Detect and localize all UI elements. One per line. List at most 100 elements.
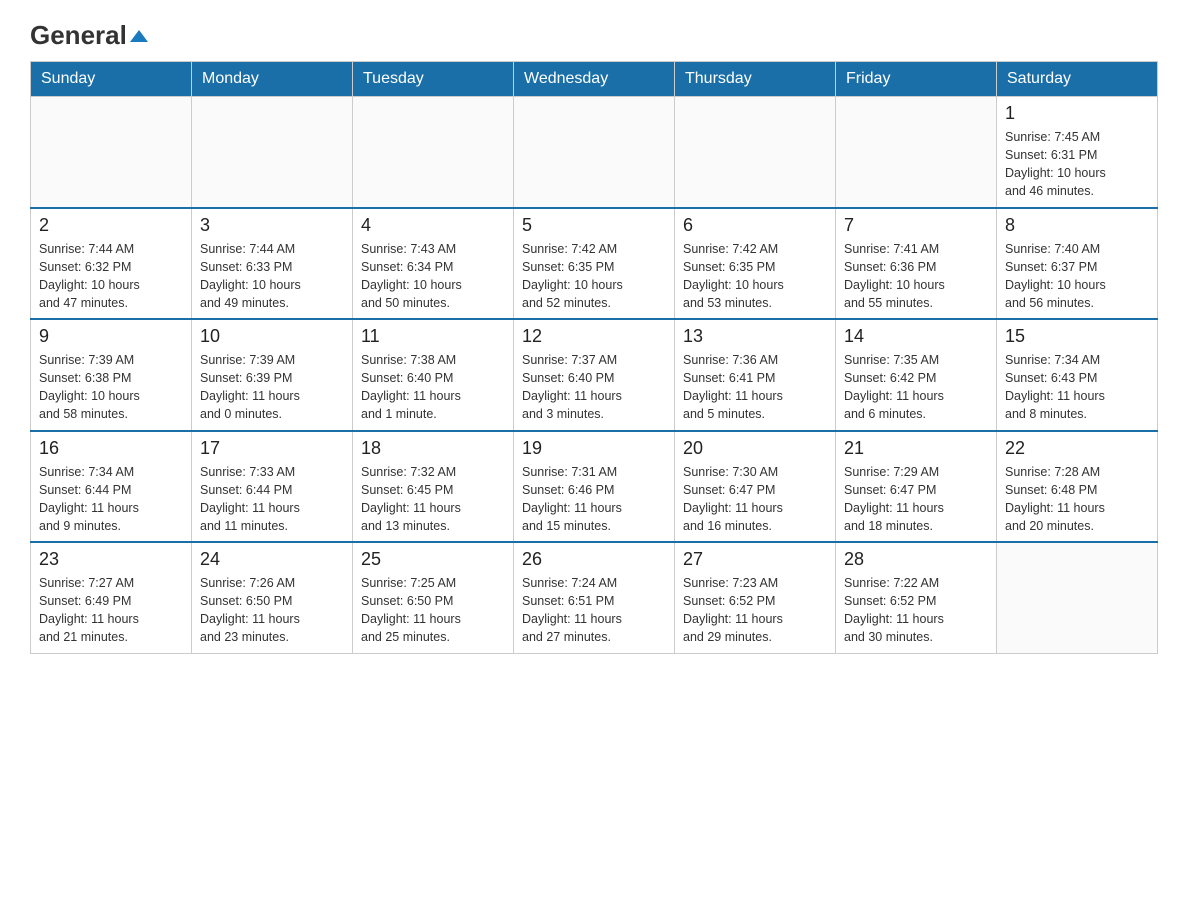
calendar-week-row: 16 Sunrise: 7:34 AMSunset: 6:44 PMDayligh… <box>31 431 1158 543</box>
day-number: 27 <box>683 549 827 570</box>
day-number: 12 <box>522 326 666 347</box>
calendar-day-cell: 3Sunrise: 7:44 AMSunset: 6:33 PMDaylight… <box>192 208 353 320</box>
calendar-day-cell <box>997 542 1158 653</box>
calendar-day-cell: 10 Sunrise: 7:39 AMSunset: 6:39 PMDayligh… <box>192 319 353 431</box>
day-number: 28 <box>844 549 988 570</box>
calendar-day-cell: 26Sunrise: 7:24 AMSunset: 6:51 PMDayligh… <box>514 542 675 653</box>
calendar-day-cell: 22 Sunrise: 7:28 AMSunset: 6:48 PMDayligh… <box>997 431 1158 543</box>
calendar-day-cell: 2 Sunrise: 7:44 AMSunset: 6:32 PMDaylight… <box>31 208 192 320</box>
day-info: Sunrise: 7:31 AMSunset: 6:46 PMDaylight:… <box>522 463 666 536</box>
calendar-day-cell: 21 Sunrise: 7:29 AMSunset: 6:47 PMDayligh… <box>836 431 997 543</box>
day-info: Sunrise: 7:45 AMSunset: 6:31 PMDaylight:… <box>1005 128 1149 201</box>
day-number: 15 <box>1005 326 1149 347</box>
day-number: 17 <box>200 438 344 459</box>
day-number: 7 <box>844 215 988 236</box>
day-number: 23 <box>39 549 183 570</box>
calendar-week-row: 2 Sunrise: 7:44 AMSunset: 6:32 PMDaylight… <box>31 208 1158 320</box>
calendar-day-cell <box>353 97 514 208</box>
logo: General <box>30 20 148 51</box>
weekday-header-sunday: Sunday <box>31 62 192 97</box>
calendar-table: SundayMondayTuesdayWednesdayThursdayFrid… <box>30 61 1158 654</box>
logo-general-text: General <box>30 20 148 51</box>
calendar-day-cell <box>514 97 675 208</box>
day-info: Sunrise: 7:35 AMSunset: 6:42 PMDaylight:… <box>844 351 988 424</box>
day-number: 22 <box>1005 438 1149 459</box>
calendar-day-cell: 18 Sunrise: 7:32 AMSunset: 6:45 PMDayligh… <box>353 431 514 543</box>
calendar-day-cell: 13 Sunrise: 7:36 AMSunset: 6:41 PMDayligh… <box>675 319 836 431</box>
day-info: Sunrise: 7:38 AMSunset: 6:40 PMDaylight:… <box>361 351 505 424</box>
day-info: Sunrise: 7:40 AMSunset: 6:37 PMDaylight:… <box>1005 240 1149 313</box>
day-number: 18 <box>361 438 505 459</box>
calendar-week-row: 23 Sunrise: 7:27 AMSunset: 6:49 PMDayligh… <box>31 542 1158 653</box>
day-info: Sunrise: 7:29 AMSunset: 6:47 PMDaylight:… <box>844 463 988 536</box>
day-number: 1 <box>1005 103 1149 124</box>
day-info: Sunrise: 7:42 AMSunset: 6:35 PMDaylight:… <box>683 240 827 313</box>
day-number: 14 <box>844 326 988 347</box>
day-info: Sunrise: 7:44 AMSunset: 6:32 PMDaylight:… <box>39 240 183 313</box>
calendar-day-cell: 15 Sunrise: 7:34 AMSunset: 6:43 PMDayligh… <box>997 319 1158 431</box>
weekday-header-thursday: Thursday <box>675 62 836 97</box>
calendar-day-cell: 9 Sunrise: 7:39 AMSunset: 6:38 PMDaylight… <box>31 319 192 431</box>
day-number: 10 <box>200 326 344 347</box>
calendar-day-cell <box>192 97 353 208</box>
day-info: Sunrise: 7:23 AMSunset: 6:52 PMDaylight:… <box>683 574 827 647</box>
calendar-day-cell: 5 Sunrise: 7:42 AMSunset: 6:35 PMDaylight… <box>514 208 675 320</box>
day-number: 8 <box>1005 215 1149 236</box>
calendar-day-cell: 23 Sunrise: 7:27 AMSunset: 6:49 PMDayligh… <box>31 542 192 653</box>
calendar-day-cell: 28 Sunrise: 7:22 AMSunset: 6:52 PMDayligh… <box>836 542 997 653</box>
day-info: Sunrise: 7:28 AMSunset: 6:48 PMDaylight:… <box>1005 463 1149 536</box>
calendar-day-cell: 6 Sunrise: 7:42 AMSunset: 6:35 PMDaylight… <box>675 208 836 320</box>
day-number: 25 <box>361 549 505 570</box>
weekday-header-saturday: Saturday <box>997 62 1158 97</box>
day-info: Sunrise: 7:36 AMSunset: 6:41 PMDaylight:… <box>683 351 827 424</box>
weekday-header-tuesday: Tuesday <box>353 62 514 97</box>
day-info: Sunrise: 7:27 AMSunset: 6:49 PMDaylight:… <box>39 574 183 647</box>
calendar-day-cell: 27 Sunrise: 7:23 AMSunset: 6:52 PMDayligh… <box>675 542 836 653</box>
day-number: 13 <box>683 326 827 347</box>
weekday-header-friday: Friday <box>836 62 997 97</box>
day-number: 21 <box>844 438 988 459</box>
calendar-day-cell: 16 Sunrise: 7:34 AMSunset: 6:44 PMDayligh… <box>31 431 192 543</box>
day-info: Sunrise: 7:42 AMSunset: 6:35 PMDaylight:… <box>522 240 666 313</box>
day-info: Sunrise: 7:30 AMSunset: 6:47 PMDaylight:… <box>683 463 827 536</box>
day-number: 11 <box>361 326 505 347</box>
day-info: Sunrise: 7:25 AMSunset: 6:50 PMDaylight:… <box>361 574 505 647</box>
day-info: Sunrise: 7:34 AMSunset: 6:43 PMDaylight:… <box>1005 351 1149 424</box>
day-number: 5 <box>522 215 666 236</box>
calendar-week-row: 1 Sunrise: 7:45 AMSunset: 6:31 PMDaylight… <box>31 97 1158 208</box>
calendar-day-cell: 19 Sunrise: 7:31 AMSunset: 6:46 PMDayligh… <box>514 431 675 543</box>
day-info: Sunrise: 7:22 AMSunset: 6:52 PMDaylight:… <box>844 574 988 647</box>
day-number: 24 <box>200 549 344 570</box>
calendar-day-cell: 20Sunrise: 7:30 AMSunset: 6:47 PMDayligh… <box>675 431 836 543</box>
calendar-day-cell: 25 Sunrise: 7:25 AMSunset: 6:50 PMDayligh… <box>353 542 514 653</box>
calendar-day-cell: 8 Sunrise: 7:40 AMSunset: 6:37 PMDaylight… <box>997 208 1158 320</box>
day-number: 3 <box>200 215 344 236</box>
weekday-header-wednesday: Wednesday <box>514 62 675 97</box>
calendar-day-cell: 11 Sunrise: 7:38 AMSunset: 6:40 PMDayligh… <box>353 319 514 431</box>
weekday-header-monday: Monday <box>192 62 353 97</box>
weekday-header-row: SundayMondayTuesdayWednesdayThursdayFrid… <box>31 62 1158 97</box>
calendar-day-cell: 17 Sunrise: 7:33 AMSunset: 6:44 PMDayligh… <box>192 431 353 543</box>
day-info: Sunrise: 7:26 AMSunset: 6:50 PMDaylight:… <box>200 574 344 647</box>
day-number: 2 <box>39 215 183 236</box>
day-info: Sunrise: 7:32 AMSunset: 6:45 PMDaylight:… <box>361 463 505 536</box>
day-number: 16 <box>39 438 183 459</box>
day-number: 4 <box>361 215 505 236</box>
day-info: Sunrise: 7:34 AMSunset: 6:44 PMDaylight:… <box>39 463 183 536</box>
calendar-day-cell: 14 Sunrise: 7:35 AMSunset: 6:42 PMDayligh… <box>836 319 997 431</box>
day-info: Sunrise: 7:41 AMSunset: 6:36 PMDaylight:… <box>844 240 988 313</box>
calendar-day-cell <box>836 97 997 208</box>
calendar-day-cell <box>31 97 192 208</box>
calendar-day-cell: 4 Sunrise: 7:43 AMSunset: 6:34 PMDaylight… <box>353 208 514 320</box>
day-info: Sunrise: 7:39 AMSunset: 6:39 PMDaylight:… <box>200 351 344 424</box>
day-number: 26 <box>522 549 666 570</box>
day-info: Sunrise: 7:33 AMSunset: 6:44 PMDaylight:… <box>200 463 344 536</box>
day-number: 6 <box>683 215 827 236</box>
calendar-day-cell <box>675 97 836 208</box>
day-number: 9 <box>39 326 183 347</box>
day-info: Sunrise: 7:43 AMSunset: 6:34 PMDaylight:… <box>361 240 505 313</box>
day-info: Sunrise: 7:37 AMSunset: 6:40 PMDaylight:… <box>522 351 666 424</box>
day-info: Sunrise: 7:39 AMSunset: 6:38 PMDaylight:… <box>39 351 183 424</box>
day-number: 19 <box>522 438 666 459</box>
calendar-day-cell: 1 Sunrise: 7:45 AMSunset: 6:31 PMDaylight… <box>997 97 1158 208</box>
